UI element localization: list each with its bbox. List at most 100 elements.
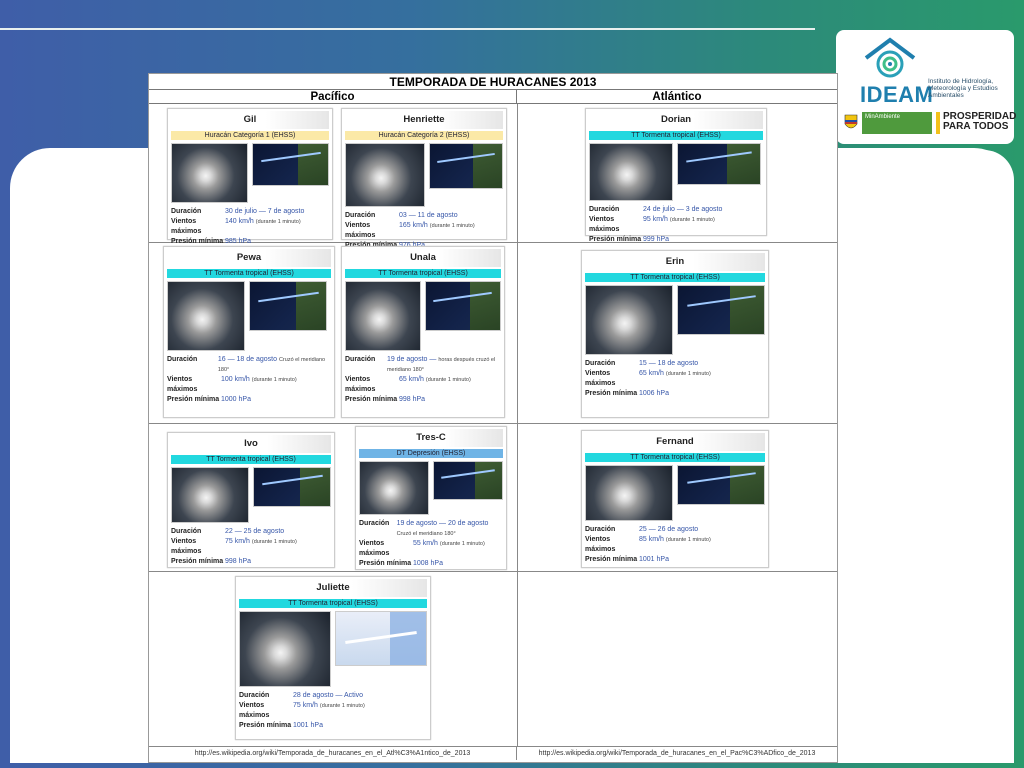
storm-track-map — [433, 461, 503, 500]
table-footer: http://es.wikipedia.org/wiki/Temporada_d… — [149, 746, 837, 760]
source-link-right[interactable]: http://es.wikipedia.org/wiki/Temporada_d… — [517, 747, 837, 760]
storm-track-map — [429, 143, 503, 189]
duration-value[interactable]: 24 de julio — 3 de agosto — [643, 206, 722, 213]
storm-card: Fernand TT Tormenta tropical (EHSS) Dura… — [581, 430, 769, 568]
storm-name: Unala — [345, 249, 501, 267]
winds-note: (durante 1 minuto) — [439, 541, 485, 547]
hurricane-season-table: TEMPORADA DE HURACANES 2013 Pacífico Atl… — [148, 73, 838, 763]
winds-note: (durante 1 minuto) — [251, 539, 297, 545]
pressure-label: Presión mínima — [359, 560, 412, 567]
storm-category[interactable]: TT Tormenta tropical (EHSS) — [585, 453, 765, 462]
storm-card: Pewa TT Tormenta tropical (EHSS) Duració… — [163, 246, 335, 418]
ideam-logo: IDEAM Instituto de Hidrología, Meteorolo… — [836, 30, 1016, 144]
storm-name: Ivo — [171, 435, 331, 453]
storm-category[interactable]: DT Depresión (EHSS) — [359, 449, 503, 458]
duration-label: Duración — [359, 520, 390, 527]
storm-card: Gil Huracán Categoría 1 (EHSS) Duración … — [167, 108, 333, 245]
row-divider — [149, 571, 837, 572]
storm-category[interactable]: TT Tormenta tropical (EHSS) — [345, 269, 501, 278]
storm-category[interactable]: Huracán Categoría 2 (EHSS) — [345, 131, 503, 140]
duration-value[interactable]: 28 de agosto — Activo — [293, 692, 363, 699]
storm-card: Tres-C DT Depresión (EHSS) Duración 19 d… — [355, 426, 507, 570]
duration-label: Duración — [167, 356, 198, 363]
storm-category[interactable]: TT Tormenta tropical (EHSS) — [589, 131, 763, 140]
pressure-value[interactable]: 1001 hPa — [639, 555, 669, 565]
storm-name: Gil — [171, 111, 329, 129]
winds-label: Vientos máximos — [345, 376, 376, 393]
winds-value[interactable]: 140 km/h — [225, 218, 254, 225]
pressure-label: Presión mínima — [167, 396, 220, 403]
header-pacific: Pacífico — [149, 90, 517, 103]
satellite-image — [171, 143, 248, 203]
winds-value[interactable]: 165 km/h — [399, 222, 428, 229]
winds-label: Vientos máximos — [359, 540, 390, 557]
satellite-image — [171, 467, 249, 523]
winds-value[interactable]: 95 km/h — [643, 216, 668, 223]
storm-name: Tres-C — [359, 429, 503, 447]
winds-value[interactable]: 85 km/h — [639, 536, 664, 543]
winds-value[interactable]: 55 km/h — [413, 540, 438, 547]
spiral-icon — [864, 37, 916, 78]
satellite-image — [345, 143, 425, 207]
duration-label: Duración — [345, 356, 376, 363]
duration-value[interactable]: 22 — 25 de agosto — [225, 528, 284, 535]
winds-label: Vientos máximos — [171, 218, 202, 235]
storm-card: Juliette TT Tormenta tropical (EHSS) Dur… — [235, 576, 431, 740]
duration-label: Duración — [589, 206, 620, 213]
pressure-value[interactable]: 1008 hPa — [413, 559, 443, 569]
pressure-label: Presión mínima — [585, 390, 638, 397]
pressure-label: Presión mínima — [239, 722, 292, 729]
storm-track-map — [253, 467, 331, 507]
storm-track-map — [677, 465, 765, 505]
duration-label: Duración — [171, 528, 202, 535]
winds-value[interactable]: 65 km/h — [639, 370, 664, 377]
storm-category[interactable]: TT Tormenta tropical (EHSS) — [585, 273, 765, 282]
duration-value[interactable]: 03 — 11 de agosto — [399, 212, 458, 219]
satellite-image — [589, 143, 673, 201]
storm-track-map — [677, 285, 765, 335]
winds-label: Vientos máximos — [585, 370, 616, 387]
duration-note: Cruzó el meridiano 180° — [396, 531, 456, 537]
storm-category[interactable]: TT Tormenta tropical (EHSS) — [167, 269, 331, 278]
duration-value[interactable]: 16 — 18 de agosto — [218, 356, 277, 363]
logo-wordmark: IDEAM — [860, 82, 934, 107]
pressure-value[interactable]: 998 hPa — [399, 395, 425, 405]
pressure-value[interactable]: 998 hPa — [225, 557, 251, 567]
source-link-left[interactable]: http://es.wikipedia.org/wiki/Temporada_d… — [149, 747, 517, 760]
duration-value[interactable]: 30 de julio — 7 de agosto — [225, 208, 304, 215]
storm-category[interactable]: Huracán Categoría 1 (EHSS) — [171, 131, 329, 140]
pressure-label: Presión mínima — [345, 396, 398, 403]
winds-value[interactable]: 75 km/h — [293, 702, 318, 709]
pressure-label: Presión mínima — [589, 236, 642, 243]
storm-card: Dorian TT Tormenta tropical (EHSS) Durac… — [585, 108, 767, 243]
pressure-value[interactable]: 999 hPa — [643, 235, 669, 245]
storm-name: Fernand — [585, 433, 765, 451]
satellite-image — [345, 281, 421, 351]
pressure-value[interactable]: 1000 hPa — [221, 395, 251, 405]
satellite-image — [167, 281, 245, 351]
winds-value[interactable]: 65 km/h — [399, 376, 424, 383]
duration-value[interactable]: 19 de agosto — — [387, 356, 436, 363]
storm-track-map — [249, 281, 327, 331]
pressure-value[interactable]: 1001 hPa — [293, 721, 323, 731]
duration-value[interactable]: 15 — 18 de agosto — [639, 360, 698, 367]
satellite-image — [585, 465, 673, 521]
ministry-badge: MinAmbiente — [862, 112, 932, 134]
winds-value[interactable]: 75 km/h — [225, 538, 250, 545]
duration-value[interactable]: 25 — 26 de agosto — [639, 526, 698, 533]
pressure-value[interactable]: 1006 hPa — [639, 389, 669, 399]
satellite-image — [359, 461, 429, 515]
duration-label: Duración — [345, 212, 376, 219]
storm-category[interactable]: TT Tormenta tropical (EHSS) — [171, 455, 331, 464]
storm-track-map — [425, 281, 501, 331]
duration-value[interactable]: 19 de agosto — 20 de agosto — [397, 520, 489, 527]
winds-label: Vientos máximos — [171, 538, 202, 555]
header-line — [0, 28, 815, 30]
storm-category[interactable]: TT Tormenta tropical (EHSS) — [239, 599, 427, 608]
slogan: PROSPERIDAD PARA TODOS — [936, 112, 1016, 134]
winds-label: Vientos máximos — [239, 702, 270, 719]
storm-card: Erin TT Tormenta tropical (EHSS) Duració… — [581, 250, 769, 418]
satellite-image — [585, 285, 673, 355]
winds-value[interactable]: 100 km/h — [221, 376, 250, 383]
row-divider — [149, 423, 837, 424]
